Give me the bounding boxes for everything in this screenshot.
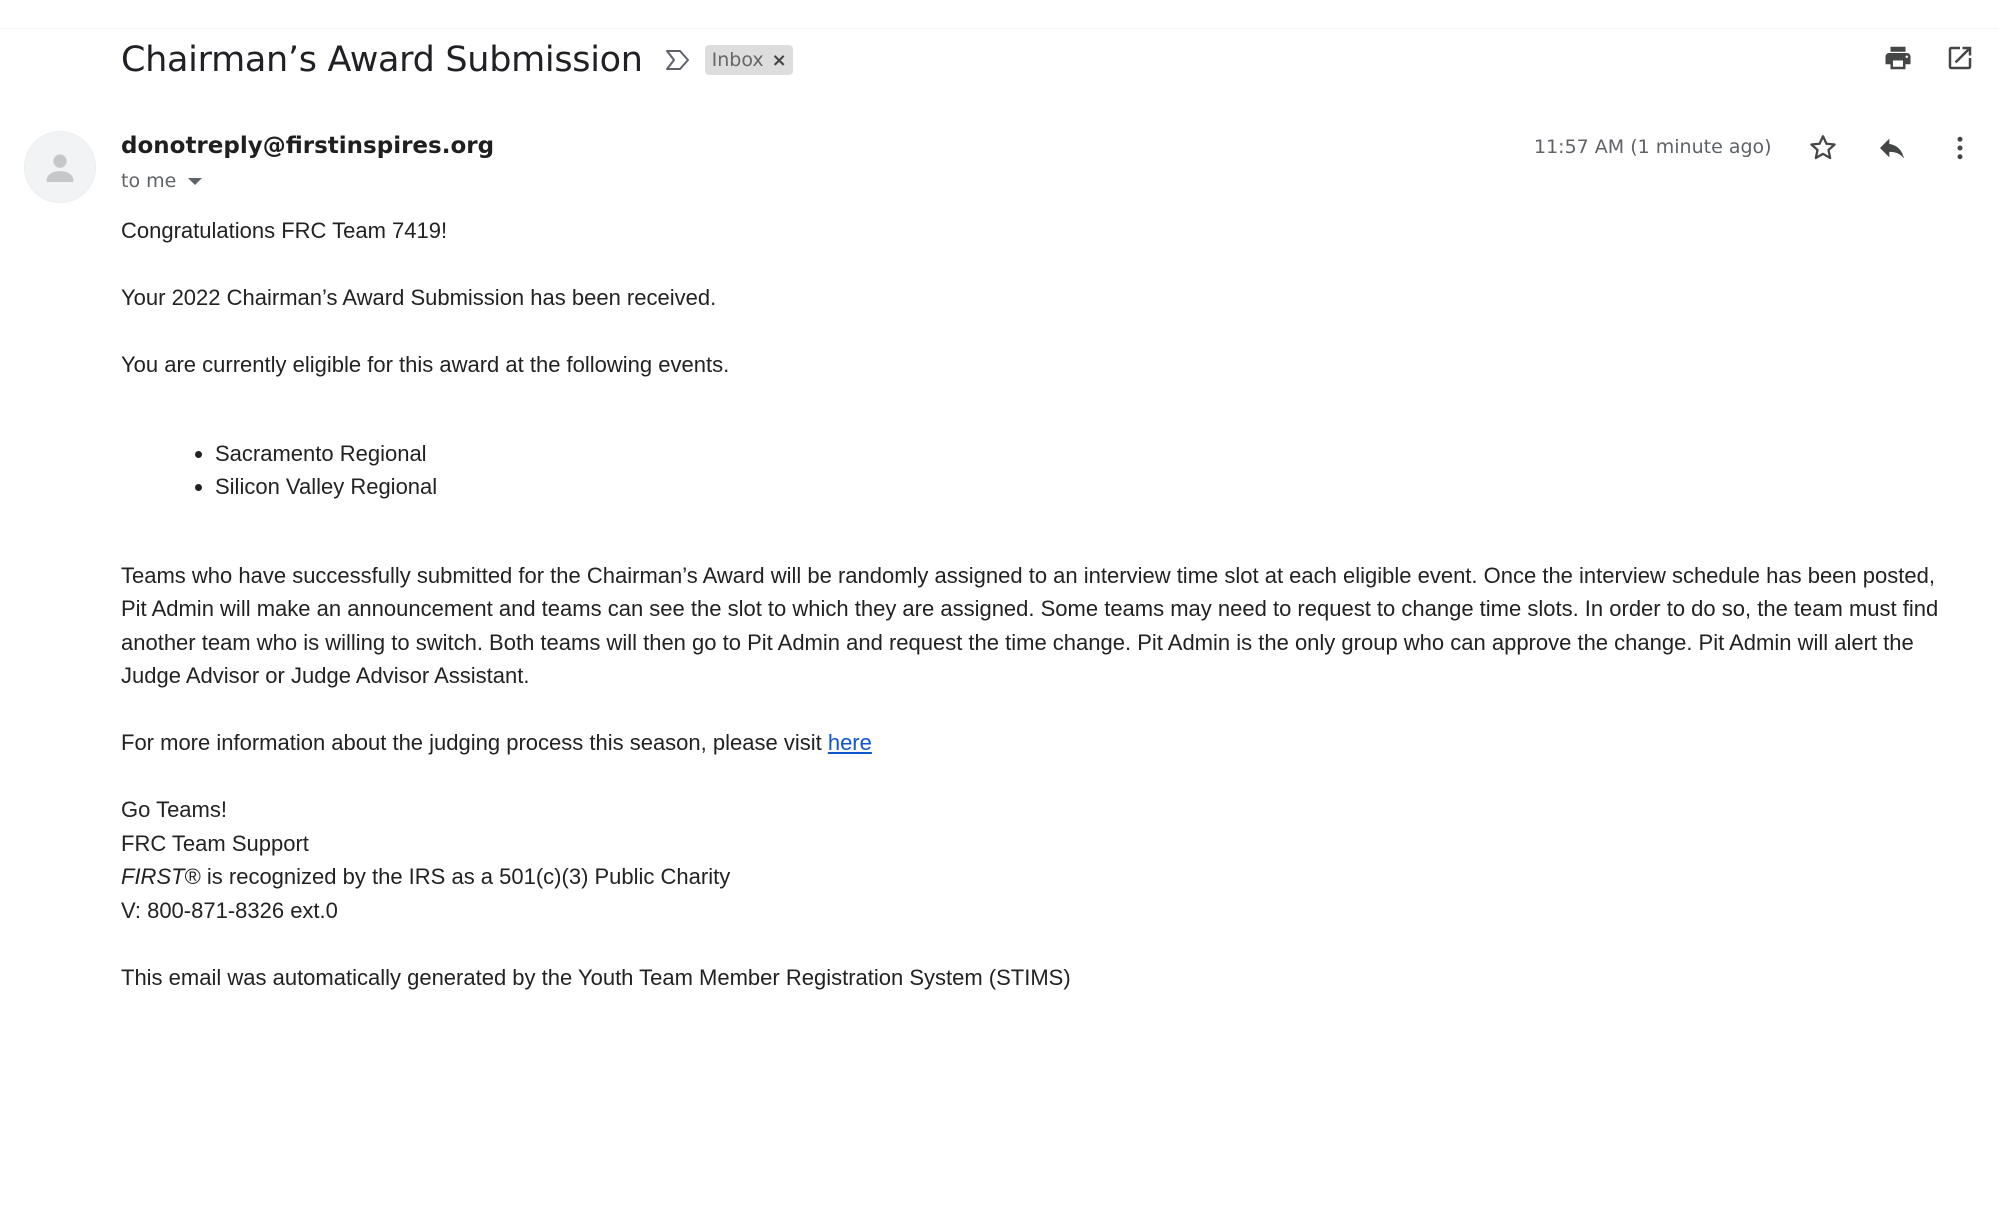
recipient-label: to me	[121, 170, 177, 192]
interview-paragraph: Teams who have successfully submitted fo…	[121, 562, 1939, 689]
charity-rest-text: ® is recognized by the IRS as a 501(c)(3…	[184, 864, 731, 889]
label-chip-inbox: Inbox ×	[704, 45, 793, 75]
reply-icon[interactable]	[1872, 128, 1912, 168]
eligible-events-list: Sacramento Regional Silicon Valley Regio…	[121, 437, 1961, 504]
recipient-details[interactable]: to me	[121, 170, 203, 192]
close-icon[interactable]: ×	[772, 50, 787, 71]
list-item: Sacramento Regional	[215, 437, 1961, 471]
footer-text: This email was automatically generated b…	[121, 964, 1071, 990]
email-timestamp: 11:57 AM (1 minute ago)	[1534, 136, 1772, 158]
chevron-down-icon[interactable]	[188, 177, 203, 185]
info-paragraph: For more information about the judging p…	[121, 726, 1961, 760]
signature-block: Go Teams! FRC Team Support FIRST® is rec…	[121, 793, 1961, 927]
subject-row: Chairman’s Award Submission Inbox ×	[121, 34, 793, 86]
list-item: Silicon Valley Regional	[215, 470, 1961, 504]
greeting-text: Congratulations FRC Team 7419!	[121, 218, 448, 243]
label-chip-text: Inbox	[711, 49, 764, 71]
charity-line: FIRST® is recognized by the IRS as a 501…	[121, 860, 1961, 894]
info-text: For more information about the judging p…	[121, 730, 828, 755]
sender-address[interactable]: donotreply@firstinspires.org	[121, 133, 494, 159]
print-icon[interactable]	[1878, 38, 1918, 78]
importance-marker-icon[interactable]	[663, 45, 693, 75]
received-text: Your 2022 Chairman’s Award Submission ha…	[121, 285, 717, 310]
charity-first-text: FIRST	[121, 864, 185, 889]
eligible-intro-text: You are currently eligible for this awar…	[121, 352, 730, 377]
sign-off-text: Go Teams!	[121, 797, 227, 822]
message-body: Congratulations FRC Team 7419! Your 2022…	[121, 214, 1961, 1028]
phone-text: V: 800-871-8326 ext.0	[121, 897, 338, 923]
star-icon[interactable]	[1803, 128, 1843, 168]
open-in-new-window-icon[interactable]	[1940, 38, 1980, 78]
person-avatar-icon[interactable]	[24, 131, 96, 203]
email-subject: Chairman’s Award Submission	[121, 40, 643, 80]
signature-team-text: FRC Team Support	[121, 830, 309, 856]
top-divider	[0, 28, 1999, 29]
info-link[interactable]: here	[828, 730, 872, 755]
more-vertical-icon[interactable]	[1940, 128, 1980, 168]
